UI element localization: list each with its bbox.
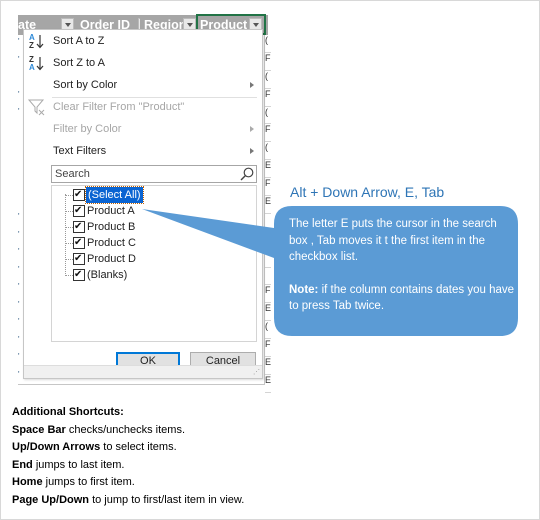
checkbox-checked[interactable] — [73, 251, 85, 267]
sort-ascending-icon: A Z — [29, 33, 44, 50]
submenu-arrow-icon — [250, 126, 254, 132]
callout-text: The letter E puts the cursor in the sear… — [289, 216, 514, 315]
menu-item-sort-by-color[interactable]: Sort by Color — [24, 74, 262, 96]
resize-grip-icon[interactable]: ⋰ — [253, 368, 260, 376]
filter-checkbox-list[interactable]: (Select All) Product A Product B Product… — [51, 185, 257, 342]
svg-text:A: A — [29, 63, 35, 72]
menu-item-sort-z-to-a[interactable]: Z A Sort Z to A — [24, 52, 262, 74]
shortcut-line: Space Bar checks/unchecks items. — [12, 423, 186, 436]
callout-title: Alt + Down Arrow, E, Tab — [290, 184, 445, 200]
menu-item-text-filters[interactable]: Text Filters — [24, 140, 262, 162]
additional-shortcuts: Additional Shortcuts: Space Bar checks/u… — [12, 404, 244, 509]
checkbox-checked[interactable] — [73, 219, 85, 235]
submenu-arrow-icon — [250, 82, 254, 88]
filter-search-input[interactable]: Search — [51, 165, 257, 183]
shortcut-line: Up/Down Arrows to select items. — [12, 441, 177, 453]
shortcut-line: Page Up/Down to jump to first/last item … — [12, 493, 245, 506]
submenu-arrow-icon — [250, 148, 254, 154]
tree-connector — [65, 194, 66, 274]
menu-item-filter-by-color[interactable]: Filter by Color — [24, 118, 262, 140]
resize-bar: ⋰ — [24, 365, 262, 378]
sort-descending-icon: Z A — [29, 55, 44, 72]
clear-filter-icon — [28, 99, 45, 116]
autofilter-dropdown-menu: A Z Sort A to Z Z A Sort Z to A Sort by … — [23, 29, 263, 379]
checkbox-checked[interactable] — [73, 235, 85, 251]
callout-note: Note: if the column contains dates you h… — [289, 283, 515, 313]
checkbox-checked[interactable] — [73, 187, 85, 203]
search-icon — [240, 167, 254, 181]
shortcut-line: End jumps to last item. — [12, 458, 125, 471]
menu-item-clear-filter[interactable]: Clear Filter From "Product" — [24, 96, 262, 118]
grid-line — [18, 384, 264, 385]
shortcut-line: Home jumps to first item. — [12, 476, 135, 488]
checkbox-checked[interactable] — [73, 203, 85, 219]
svg-text:Z: Z — [29, 41, 34, 50]
callout-description: The letter E puts the cursor in the sear… — [289, 218, 497, 263]
menu-item-sort-a-to-z[interactable]: A Z Sort A to Z — [24, 30, 262, 52]
checkbox-checked[interactable] — [73, 267, 85, 283]
next-column-partial: (F(F(F(E F E F E(F E E — [264, 35, 271, 393]
shortcuts-heading: Additional Shortcuts: — [12, 406, 124, 418]
